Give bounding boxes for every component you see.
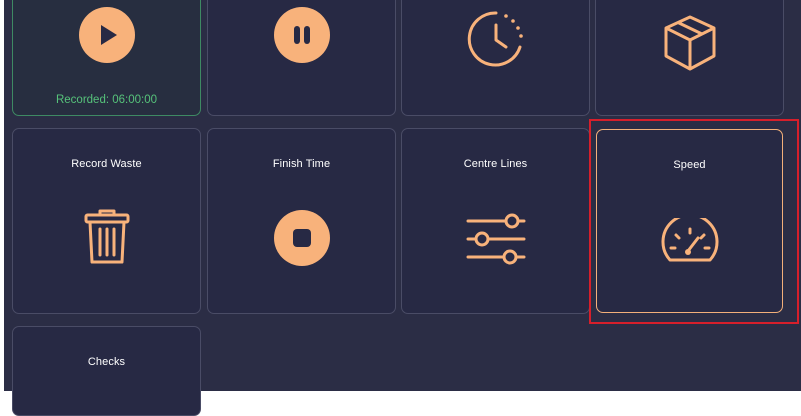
centre-lines-tile[interactable]: Centre Lines [401, 128, 590, 314]
record-waste-tile[interactable]: Record Waste [12, 128, 201, 314]
centre-lines-label: Centre Lines [463, 158, 528, 170]
sliders-icon [466, 213, 526, 265]
speedometer-icon [661, 218, 719, 262]
clock-icon [467, 11, 523, 67]
finish-time-label: Finish Time [272, 158, 331, 170]
pause-icon [274, 7, 330, 63]
clock-tile[interactable] [401, 0, 590, 116]
stop-icon [274, 210, 330, 266]
recorded-time: Recorded: 06:00:00 [55, 94, 158, 106]
checks-label: Checks [87, 356, 126, 368]
play-icon [79, 7, 135, 63]
checks-tile[interactable]: Checks [12, 326, 201, 416]
speed-label: Speed [673, 159, 706, 171]
package-tile[interactable] [595, 0, 784, 116]
finish-time-tile[interactable]: Finish Time [207, 128, 396, 314]
package-icon [664, 15, 716, 71]
screen: Recorded: 06:00:00 Record Waste Finish T… [0, 0, 801, 416]
speed-tile[interactable]: Speed [596, 129, 783, 313]
pause-tile[interactable] [207, 0, 396, 116]
play-tile[interactable]: Recorded: 06:00:00 [12, 0, 201, 116]
record-waste-label: Record Waste [71, 158, 142, 170]
trash-icon [84, 209, 130, 264]
